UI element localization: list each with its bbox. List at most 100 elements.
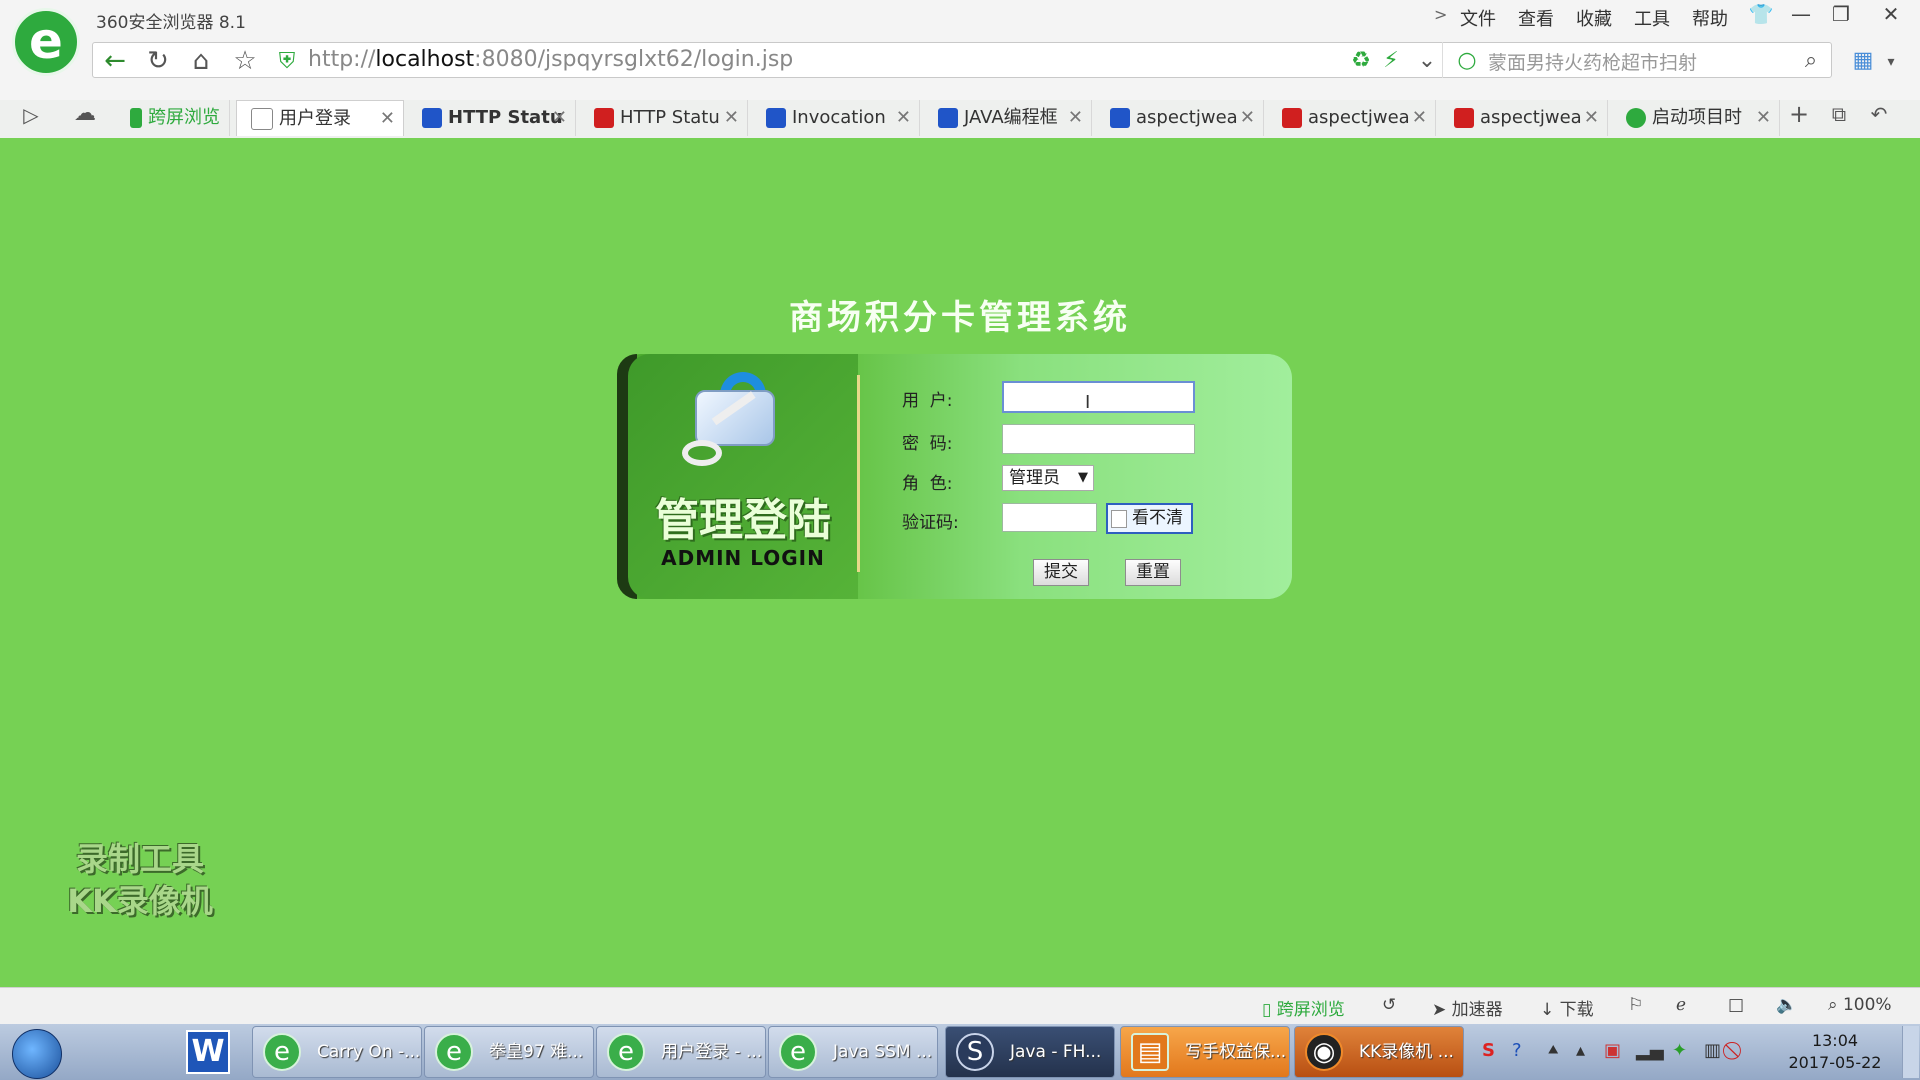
captcha-image[interactable]: 看不清: [1106, 503, 1193, 534]
password-input[interactable]: [1002, 424, 1195, 454]
sogou-ime-icon[interactable]: S: [1482, 1040, 1495, 1061]
key-ring: [682, 440, 722, 466]
close-tab-icon[interactable]: ✕: [552, 100, 567, 136]
task-kk-recorder[interactable]: ◉ KK录像机 ...: [1294, 1026, 1464, 1078]
close-tab-icon[interactable]: ✕: [1756, 100, 1771, 136]
history-icon[interactable]: ↺: [1382, 995, 1396, 1015]
app-title: 360安全浏览器 8.1: [96, 13, 246, 33]
tray-expand-icon[interactable]: ▴: [1576, 1040, 1585, 1061]
show-desktop-button[interactable]: [1902, 1026, 1919, 1078]
text-cursor-icon: I: [1085, 392, 1091, 413]
task-java-fh[interactable]: S Java - FH...: [945, 1026, 1115, 1078]
start-button[interactable]: [12, 1029, 62, 1079]
compat-mode-icon[interactable]: ♻: [1344, 48, 1378, 73]
device-icon[interactable]: ▥: [1704, 1040, 1721, 1061]
phone-icon: ▯: [1262, 1000, 1272, 1020]
captcha-label: 验证码:: [902, 513, 959, 533]
system-title: 商场积分卡管理系统: [789, 298, 1131, 338]
help-icon[interactable]: ?: [1512, 1040, 1522, 1061]
close-tab-icon[interactable]: ✕: [1584, 100, 1599, 136]
reload-icon[interactable]: ↻: [141, 46, 175, 76]
submit-button[interactable]: 提交: [1033, 559, 1089, 586]
tab-http-status-2[interactable]: HTTP Statu ✕: [580, 100, 748, 136]
cloud-icon[interactable]: ☁: [68, 101, 102, 126]
baidu-paw-icon: [938, 108, 958, 128]
tab-aspectj-2[interactable]: aspectjwea ✕: [1268, 100, 1436, 136]
menu-help[interactable]: 帮助: [1692, 5, 1728, 31]
word-icon[interactable]: W: [186, 1030, 230, 1074]
role-select[interactable]: 管理员 ▼: [1002, 465, 1094, 491]
password-label: 密 码:: [902, 434, 953, 454]
search-input[interactable]: 蒙面男持火药枪超市扫射: [1488, 48, 1697, 75]
status-download[interactable]: ↓ 下载: [1540, 995, 1594, 1020]
undo-close-icon[interactable]: ↶: [1862, 102, 1896, 126]
username-input[interactable]: [1002, 381, 1195, 413]
task-carry-on[interactable]: e Carry On -...: [252, 1026, 422, 1078]
menu-file[interactable]: 文件: [1460, 5, 1496, 31]
caret-down-icon[interactable]: ▾: [1874, 54, 1908, 70]
status-zoom[interactable]: ⌕ 100%: [1828, 995, 1892, 1015]
user-label: 用 户:: [902, 391, 953, 411]
tab-list-icon[interactable]: ⧉: [1822, 102, 1856, 126]
tab-invocation[interactable]: Invocation ✕: [752, 100, 920, 136]
bookmark-star-icon[interactable]: ☆: [228, 46, 262, 76]
360-browser-icon: e: [779, 1033, 817, 1071]
divider: [1442, 42, 1443, 78]
status-cross-screen[interactable]: ▯ 跨屏浏览: [1262, 995, 1345, 1020]
menu-favorites[interactable]: 收藏: [1576, 5, 1612, 31]
admin-login-title-en: ADMIN LOGIN: [661, 546, 825, 570]
flag-tray-icon[interactable]: ▣: [1604, 1040, 1621, 1061]
close-window-button[interactable]: ✕: [1876, 2, 1906, 26]
tab-cross-screen[interactable]: 跨屏浏览: [116, 100, 230, 136]
url-text[interactable]: http://localhost:8080/jspqyrsglxt62/logi…: [308, 47, 793, 72]
menu-tools[interactable]: 工具: [1634, 5, 1670, 31]
back-icon[interactable]: ←: [98, 46, 132, 76]
task-java-ssm[interactable]: e Java SSM ...: [768, 1026, 938, 1078]
tab-aspectj-1[interactable]: aspectjwea ✕: [1096, 100, 1264, 136]
search-icon[interactable]: ⌕: [1794, 48, 1828, 73]
window-icon[interactable]: □: [1728, 995, 1744, 1015]
tray-arrow-icon[interactable]: ⯅: [1546, 1040, 1560, 1061]
baidu-paw-icon: [422, 108, 442, 128]
network-icon[interactable]: ▂▄: [1636, 1040, 1664, 1061]
360-guard-icon[interactable]: ✦: [1672, 1040, 1687, 1061]
minimize-button[interactable]: —: [1786, 2, 1816, 26]
csdn-icon: [1282, 108, 1302, 128]
skin-icon[interactable]: 👕: [1746, 2, 1776, 26]
360-browser-icon: e: [607, 1033, 645, 1071]
task-user-login[interactable]: e 用户登录 - ...: [596, 1026, 766, 1078]
baidu-paw-icon: [1110, 108, 1130, 128]
flag-icon[interactable]: ⚐: [1628, 995, 1643, 1015]
tab-user-login[interactable]: 用户登录 ✕: [236, 100, 404, 136]
tab-http-status-1[interactable]: HTTP Statu ✕: [408, 100, 576, 136]
restore-button[interactable]: ❐: [1826, 2, 1856, 26]
close-tab-icon[interactable]: ✕: [1068, 100, 1083, 136]
tab-startup-project[interactable]: 启动项目时 ✕: [1612, 100, 1780, 136]
close-tab-icon[interactable]: ✕: [896, 100, 911, 136]
task-kof97[interactable]: e 拳皇97 难...: [424, 1026, 594, 1078]
captcha-input[interactable]: [1002, 503, 1097, 532]
tab-aspectj-3[interactable]: aspectjwea ✕: [1440, 100, 1608, 136]
close-tab-icon[interactable]: ✕: [1240, 100, 1255, 136]
home-icon[interactable]: ⌂: [184, 46, 218, 76]
search-engine-icon[interactable]: ○: [1450, 48, 1484, 73]
close-tab-icon[interactable]: ✕: [380, 101, 395, 136]
menu-view[interactable]: 查看: [1518, 5, 1554, 31]
chevron-down-icon[interactable]: ⌄: [1410, 48, 1444, 73]
new-tab-icon[interactable]: +: [1782, 100, 1816, 128]
close-tab-icon[interactable]: ✕: [724, 100, 739, 136]
page-icon: [251, 108, 273, 130]
reset-button[interactable]: 重置: [1125, 559, 1181, 586]
close-tab-icon[interactable]: ✕: [1412, 100, 1427, 136]
task-writer-rights[interactable]: ▤ 写手权益保...: [1120, 1026, 1290, 1078]
sidebar-toggle-icon[interactable]: ▷: [14, 103, 48, 127]
system-clock[interactable]: 13:04 2017-05-22: [1770, 1030, 1900, 1074]
sound-icon[interactable]: 🔈: [1776, 995, 1797, 1015]
speed-mode-icon[interactable]: ⚡: [1374, 48, 1408, 73]
tab-java-framework[interactable]: JAVA编程框 ✕: [924, 100, 1092, 136]
csdn-icon: [594, 108, 614, 128]
ie-mode-icon[interactable]: ℯ: [1676, 995, 1686, 1015]
status-accelerator[interactable]: ➤ 加速器: [1432, 995, 1503, 1020]
panel-divider: [857, 375, 860, 572]
chevron-right-icon[interactable]: >: [1434, 5, 1447, 24]
